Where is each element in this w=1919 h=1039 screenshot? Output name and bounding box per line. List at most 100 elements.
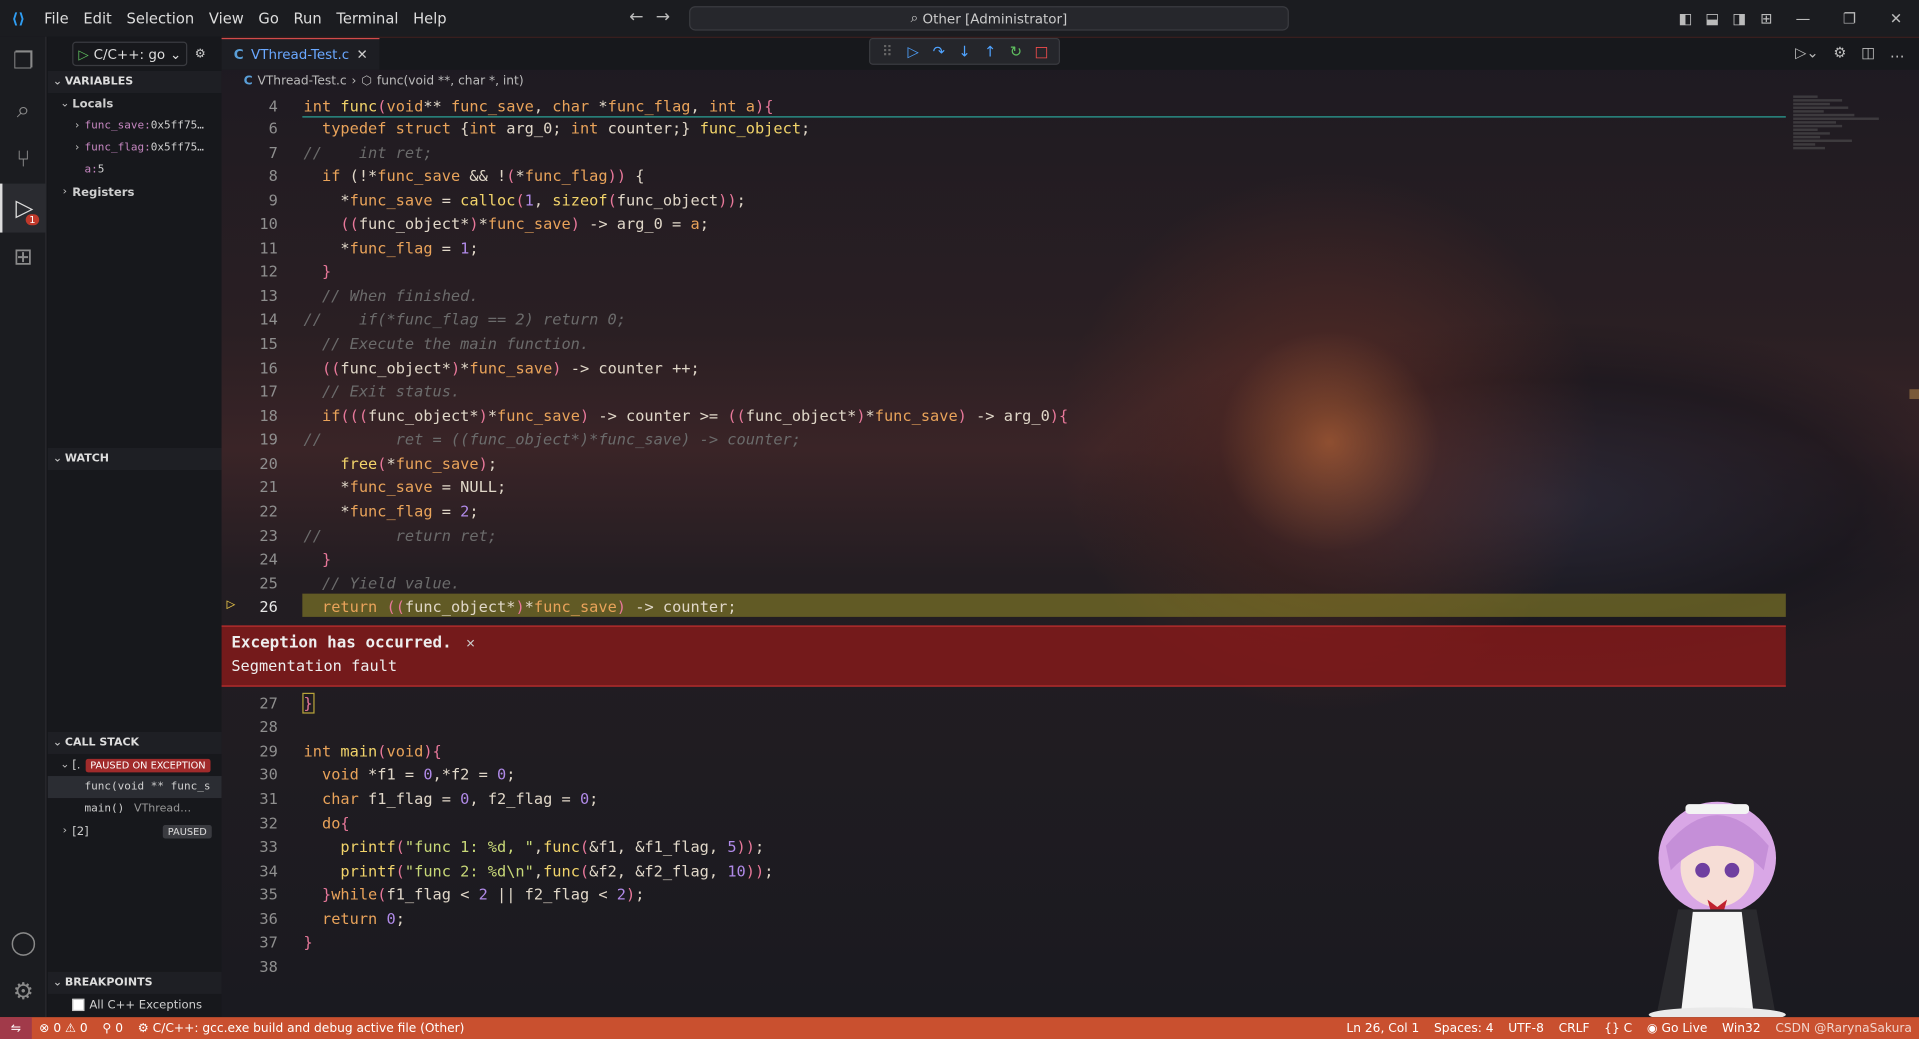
- chevron-right-icon: ›: [73, 141, 81, 155]
- line-number: 22: [259, 501, 278, 521]
- breakpoint-all-cpp-exceptions[interactable]: All C++ Exceptions: [48, 994, 222, 1016]
- remote-indicator-icon[interactable]: ⇋: [0, 1017, 32, 1039]
- call-stack-header-label: CALL STACK: [64, 736, 140, 750]
- continue-icon[interactable]: ▷: [903, 43, 923, 60]
- exception-title: Exception has occurred.: [231, 634, 452, 653]
- problems-indicator[interactable]: ⊗ 0 ⚠ 0: [32, 1021, 95, 1034]
- thread-1[interactable]: ⌄ [. PAUSED ON EXCEPTION: [48, 754, 222, 776]
- step-over-icon[interactable]: ↷: [929, 43, 949, 60]
- minimize-icon[interactable]: —: [1780, 10, 1827, 27]
- step-out-icon[interactable]: ↑: [980, 43, 1000, 60]
- thread-label: [2]: [72, 824, 89, 838]
- line-number: 24: [259, 549, 278, 568]
- frame-file: VThread…: [134, 802, 192, 816]
- scrollbar-marker[interactable]: [1909, 389, 1919, 400]
- breakpoints-section: ⌄ BREAKPOINTS All C++ Exceptions: [47, 971, 222, 1016]
- breadcrumb-symbol[interactable]: func(void **, char *, int): [377, 74, 524, 87]
- variables-section-header[interactable]: ⌄ VARIABLES: [47, 70, 222, 94]
- run-debug-dropdown-icon[interactable]: ▷⌄: [1795, 44, 1819, 61]
- menu-go[interactable]: Go: [251, 10, 286, 27]
- language-mode[interactable]: {} C: [1597, 1021, 1640, 1034]
- ports-indicator[interactable]: ⚲ 0: [95, 1021, 130, 1034]
- search-view-icon[interactable]: ⌕: [0, 86, 47, 135]
- variable-a[interactable]: a: 5: [48, 159, 222, 181]
- manage-gear-icon[interactable]: ⚙: [0, 967, 47, 1016]
- code-line: }: [321, 549, 332, 568]
- registers-scope[interactable]: › Registers: [48, 181, 222, 203]
- command-center[interactable]: ⌕ Other [Administrator]: [689, 6, 1289, 31]
- debug-icon: ⚙: [137, 1021, 149, 1035]
- start-debug-icon[interactable]: ▷: [78, 46, 88, 62]
- toggle-secondary-sidebar-icon[interactable]: ◨: [1726, 10, 1753, 27]
- menu-help[interactable]: Help: [406, 10, 454, 27]
- code-line: return ((func_object*)*func_save) -> cou…: [321, 597, 737, 616]
- breadcrumb-file[interactable]: VThread-Test.c: [257, 74, 346, 87]
- thread-2[interactable]: › [2] PAUSED: [48, 820, 222, 842]
- code-line: }: [302, 692, 314, 714]
- forward-arrow-icon[interactable]: →: [656, 7, 670, 27]
- run-config-select[interactable]: ▷ C/C++: go ⌄: [72, 41, 188, 67]
- indentation[interactable]: Spaces: 4: [1427, 1021, 1501, 1034]
- platform-indicator[interactable]: Win32: [1715, 1021, 1768, 1034]
- line-ending[interactable]: CRLF: [1551, 1021, 1597, 1034]
- code-line: }while(f1_flag < 2 || f2_flag < 2);: [321, 884, 645, 904]
- restart-icon[interactable]: ↻: [1006, 43, 1026, 60]
- variable-func-save[interactable]: › func_save: 0x5ff75…: [48, 115, 222, 137]
- variable-name: func_save:: [84, 119, 151, 133]
- go-live-button[interactable]: ◉ Go Live: [1640, 1021, 1715, 1034]
- split-editor-icon[interactable]: ◫: [1861, 44, 1875, 61]
- menu-selection[interactable]: Selection: [119, 10, 201, 27]
- line-number: 23: [259, 526, 278, 545]
- minimap[interactable]: [1793, 94, 1891, 167]
- stack-frame-func[interactable]: func(void ** func_s: [47, 776, 222, 799]
- call-stack-section-header[interactable]: ⌄ CALL STACK: [47, 731, 222, 754]
- watch-section-header[interactable]: ⌄ WATCH: [47, 447, 222, 471]
- menu-edit[interactable]: Edit: [76, 10, 119, 27]
- variable-func-flag[interactable]: › func_flag: 0x5ff75…: [48, 137, 222, 159]
- chevron-right-icon: ›: [351, 74, 357, 88]
- breakpoints-section-header[interactable]: ⌄ BREAKPOINTS: [47, 971, 222, 994]
- settings-gear-icon[interactable]: ⚙: [1833, 44, 1846, 61]
- more-actions-icon[interactable]: …: [1890, 44, 1905, 61]
- menu-view[interactable]: View: [202, 10, 252, 27]
- debug-settings-gear-icon[interactable]: ⚙: [195, 47, 206, 60]
- close-icon[interactable]: ✕: [356, 47, 367, 63]
- encoding[interactable]: UTF-8: [1501, 1021, 1551, 1034]
- line-number: 34: [259, 861, 278, 881]
- close-window-icon[interactable]: ✕: [1873, 10, 1919, 27]
- braces-icon: {}: [1604, 1021, 1620, 1035]
- debug-task-label: C/C++: gcc.exe build and debug active fi…: [152, 1021, 465, 1035]
- cursor-position[interactable]: Ln 26, Col 1: [1339, 1021, 1427, 1034]
- source-control-icon[interactable]: ⑂: [0, 135, 47, 184]
- locals-scope[interactable]: ⌄ Locals: [48, 93, 222, 115]
- explorer-icon[interactable]: ❐: [0, 37, 47, 86]
- customize-layout-icon[interactable]: ⊞: [1753, 10, 1780, 27]
- line-number: 4: [268, 96, 278, 116]
- line-number: 11: [259, 238, 278, 258]
- c-file-icon: C: [233, 46, 244, 63]
- close-icon[interactable]: ✕: [466, 634, 475, 651]
- back-arrow-icon[interactable]: ←: [629, 7, 643, 27]
- run-debug-icon[interactable]: ▷ 1: [0, 183, 47, 233]
- line-number: 13: [259, 286, 278, 305]
- step-into-icon[interactable]: ↓: [955, 43, 975, 60]
- restore-icon[interactable]: ❐: [1826, 10, 1873, 27]
- drag-handle-icon[interactable]: ⠿: [878, 43, 898, 60]
- code-line: // Exit status.: [303, 381, 461, 401]
- account-icon[interactable]: ◯: [0, 918, 47, 967]
- stack-frame-main[interactable]: main() VThread…: [48, 798, 222, 820]
- stop-icon[interactable]: □: [1032, 43, 1052, 60]
- error-count: 0: [53, 1021, 62, 1035]
- menu-file[interactable]: File: [37, 10, 76, 27]
- toggle-sidebar-icon[interactable]: ◧: [1672, 10, 1699, 27]
- call-stack-section: ⌄ CALL STACK ⌄ [. PAUSED ON EXCEPTION fu…: [47, 731, 222, 842]
- tab-vthread-test[interactable]: C VThread-Test.c ✕: [221, 37, 380, 70]
- menu-run[interactable]: Run: [286, 10, 329, 27]
- toggle-panel-icon[interactable]: ⬓: [1699, 10, 1726, 27]
- debug-task-indicator[interactable]: ⚙ C/C++: gcc.exe build and debug active …: [130, 1021, 471, 1034]
- menu-terminal[interactable]: Terminal: [329, 10, 406, 27]
- extensions-icon[interactable]: ⊞: [0, 233, 47, 282]
- line-number: 9: [268, 190, 278, 210]
- checkbox[interactable]: [72, 998, 85, 1012]
- debug-config-bar: ▷ C/C++: go ⌄ ⚙: [48, 37, 222, 71]
